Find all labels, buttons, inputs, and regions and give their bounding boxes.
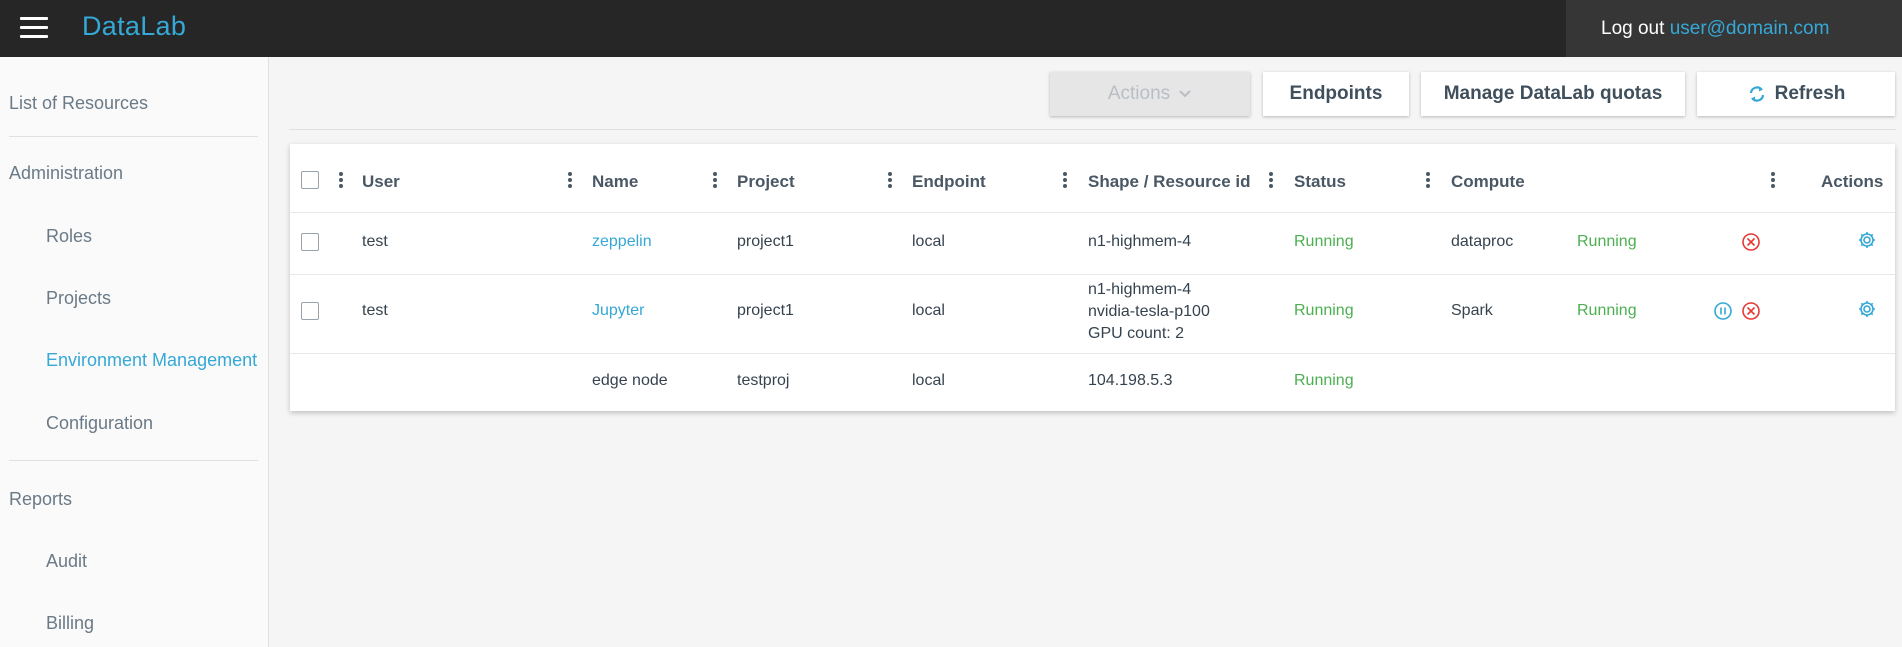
column-header-user: User [362, 172, 400, 191]
column-header-project: Project [737, 172, 795, 191]
user-box: Log out user@domain.com [1566, 0, 1902, 57]
cell-name-link[interactable]: zeppelin [592, 233, 652, 251]
cell-user: test [362, 302, 388, 319]
quotas-label: Manage DataLab quotas [1443, 83, 1663, 104]
row-checkbox[interactable] [301, 302, 319, 320]
row-divider [290, 212, 1895, 213]
column-menu-icon[interactable] [1425, 172, 1431, 190]
gear-icon[interactable] [1857, 230, 1877, 250]
sidebar-item-reports[interactable]: Reports [9, 489, 72, 510]
sidebar-divider [9, 460, 258, 461]
column-header-compute: Compute [1451, 172, 1525, 191]
refresh-button[interactable]: Refresh [1697, 72, 1895, 116]
cell-project: project1 [737, 302, 794, 319]
cell-shape: n1-highmem-4 [1088, 233, 1192, 250]
row-divider [290, 274, 1895, 275]
sidebar-divider [9, 136, 258, 137]
pause-circle-icon[interactable] [1713, 301, 1733, 321]
cell-compute-status: Running [1577, 233, 1637, 250]
sidebar-item-configuration[interactable]: Configuration [46, 413, 153, 434]
toolbar-divider [289, 129, 1896, 130]
column-header-status: Status [1294, 172, 1346, 191]
cell-name: edge node [592, 372, 668, 389]
column-header-endpoint: Endpoint [912, 172, 986, 191]
cell-status: Running [1294, 372, 1354, 389]
cell-endpoint: local [912, 302, 945, 319]
column-menu-icon[interactable] [1268, 172, 1274, 190]
actions-dropdown-button[interactable]: Actions [1050, 72, 1250, 116]
cell-status: Running [1294, 233, 1354, 250]
column-menu-icon[interactable] [887, 172, 893, 190]
endpoints-button[interactable]: Endpoints [1263, 72, 1409, 116]
sidebar-item-billing[interactable]: Billing [46, 613, 94, 634]
endpoints-label: Endpoints [1289, 83, 1383, 104]
row-checkbox[interactable] [301, 233, 319, 251]
cell-shape-line: n1-highmem-4 [1088, 281, 1192, 298]
sidebar-item-environment-management[interactable]: Environment Management [46, 350, 257, 371]
sidebar: List of Resources Administration Roles P… [0, 57, 269, 647]
cell-compute-status: Running [1577, 302, 1637, 319]
column-header-name: Name [592, 172, 639, 191]
logout-link[interactable]: Log out [1601, 18, 1664, 39]
column-menu-icon[interactable] [1062, 172, 1068, 190]
cell-shape-line: GPU count: 2 [1088, 325, 1185, 342]
cell-user: test [362, 233, 388, 250]
cell-status: Running [1294, 302, 1354, 319]
cell-endpoint: local [912, 372, 945, 389]
top-bar: DataLab Log out user@domain.com [0, 0, 1902, 57]
gear-icon[interactable] [1857, 299, 1877, 319]
actions-label: Actions [1107, 83, 1171, 104]
cell-project: testproj [737, 372, 790, 389]
column-menu-icon[interactable] [1770, 172, 1776, 190]
sidebar-item-administration[interactable]: Administration [9, 163, 123, 184]
row-divider [290, 353, 1895, 354]
manage-quotas-button[interactable]: Manage DataLab quotas [1421, 72, 1685, 116]
environment-table: User Name Project Endpoint Shape / Resou… [290, 144, 1895, 411]
sidebar-item-roles[interactable]: Roles [46, 226, 92, 247]
hamburger-menu-icon[interactable] [20, 17, 48, 39]
cell-shape-line: nvidia-tesla-p100 [1088, 303, 1210, 320]
refresh-label: Refresh [1774, 83, 1846, 104]
refresh-icon [1749, 86, 1764, 102]
sidebar-item-list-of-resources[interactable]: List of Resources [9, 93, 148, 114]
close-circle-icon[interactable] [1741, 301, 1761, 321]
sidebar-item-audit[interactable]: Audit [46, 551, 87, 572]
cell-endpoint: local [912, 233, 945, 250]
select-all-checkbox[interactable] [301, 171, 319, 189]
cell-project: project1 [737, 233, 794, 250]
chevron-down-icon [1179, 90, 1191, 98]
app-logo[interactable]: DataLab [82, 11, 186, 42]
cell-compute: dataproc [1451, 233, 1514, 250]
cell-name-link[interactable]: Jupyter [592, 302, 644, 320]
cell-compute: Spark [1451, 302, 1493, 319]
cell-shape: 104.198.5.3 [1088, 372, 1173, 389]
column-menu-icon[interactable] [338, 172, 344, 190]
column-header-actions: Actions [1821, 172, 1884, 191]
column-header-shape: Shape / Resource id [1088, 172, 1251, 191]
column-menu-icon[interactable] [712, 172, 718, 190]
sidebar-item-projects[interactable]: Projects [46, 288, 111, 309]
close-circle-icon[interactable] [1741, 232, 1761, 252]
user-email[interactable]: user@domain.com [1670, 18, 1830, 39]
column-menu-icon[interactable] [567, 172, 573, 190]
